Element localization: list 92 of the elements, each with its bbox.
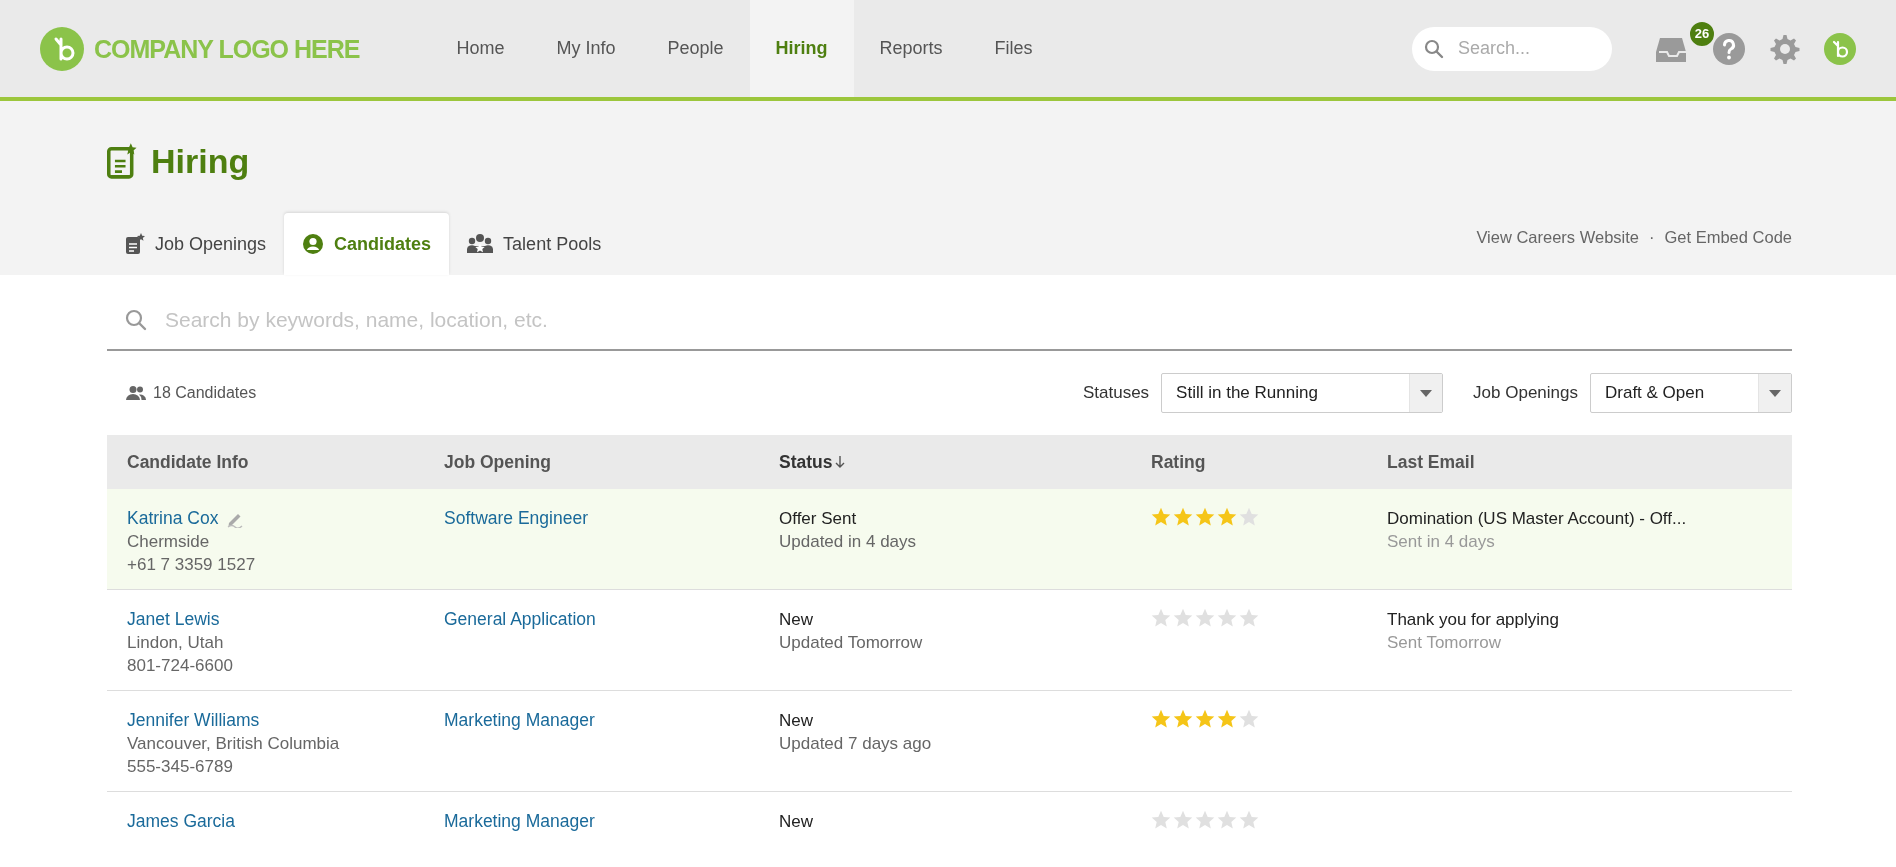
candidate-count: 18 Candidates (153, 384, 257, 402)
filled-star-icon[interactable] (1151, 709, 1171, 729)
column-header[interactable]: Status (779, 451, 833, 473)
logo-text: COMPANY LOGO HERE (94, 33, 360, 64)
candidate-name-link[interactable]: Jennifer Williams (127, 709, 260, 732)
email-subject: Thank you for applying (1387, 609, 1560, 631)
job-opening-link[interactable]: General Application (444, 609, 596, 629)
empty-star-icon[interactable] (1239, 507, 1259, 527)
tab[interactable]: Candidates (284, 213, 450, 275)
filled-star-icon[interactable] (1173, 507, 1193, 527)
clipboard-icon (125, 233, 145, 255)
people-icon (126, 385, 146, 401)
star-rating[interactable] (1151, 507, 1259, 527)
link-separator: · (1649, 227, 1655, 247)
empty-star-icon[interactable] (1239, 608, 1259, 628)
logo-icon (40, 26, 84, 71)
status-text: New (779, 710, 814, 732)
email-subject: Domination (US Master Account) - Off... (1387, 508, 1688, 530)
empty-star-icon[interactable] (1151, 608, 1171, 628)
caret-icon (1769, 389, 1781, 397)
status-updated: Updated in 4 days (779, 531, 918, 553)
star-rating[interactable] (1151, 709, 1259, 729)
filter-dropdown[interactable]: Still in the Running (1161, 373, 1444, 413)
empty-star-icon[interactable] (1195, 810, 1215, 830)
nav-item[interactable]: Files (968, 0, 1059, 97)
search-field[interactable]: Search... (1412, 26, 1612, 71)
candidate-name-link[interactable]: Katrina Cox (127, 507, 219, 530)
empty-star-icon[interactable] (1151, 810, 1171, 830)
help-icon[interactable] (1712, 31, 1746, 66)
candidate-location: Lindon, Utah (127, 632, 225, 654)
status-updated: Updated Tomorrow (779, 632, 924, 654)
status-text: New (779, 609, 814, 631)
candidate-location: Chermside (127, 531, 211, 553)
people-icon (467, 233, 494, 255)
candidate-row[interactable]: Jennifer Williams Vancouver, British Columbia 555-345-6789 Marketing Manager New Updated 7 days ago (107, 690, 1792, 792)
tab[interactable]: Talent Pools (449, 213, 620, 275)
sort-arrow-icon (835, 455, 846, 469)
candidate-phone: 801-724-6600 (127, 655, 234, 677)
filled-star-icon[interactable] (1217, 507, 1237, 527)
email-sent-time: Sent Tomorrow (1387, 632, 1502, 654)
nav-item[interactable]: Hiring (749, 0, 854, 97)
candidate-location: Vancouver, British Columbia (127, 733, 341, 755)
candidate-phone: 555-345-6789 (127, 756, 234, 778)
candidate-row[interactable]: Janet Lewis Lindon, Utah 801-724-6600 General Application New Updated Tomorrow Thank you for applying Sent Tomorrow (107, 589, 1792, 691)
column-header: Last Email (1387, 451, 1475, 473)
header-link[interactable]: View Careers Website (1476, 227, 1639, 247)
star-rating[interactable] (1151, 810, 1259, 830)
column-header: Job Opening (444, 451, 551, 473)
job-opening-link[interactable]: Marketing Manager (444, 710, 595, 730)
star-rating[interactable] (1151, 608, 1259, 628)
filled-star-icon[interactable] (1195, 709, 1215, 729)
status-text: Offer Sent (779, 508, 858, 530)
empty-star-icon[interactable] (1239, 810, 1259, 830)
notification-badge: 26 (1688, 19, 1716, 48)
candidate-phone: +61 7 3359 1527 (127, 554, 257, 576)
empty-star-icon[interactable] (1239, 709, 1259, 729)
candidate-name-link[interactable]: Janet Lewis (127, 608, 220, 631)
candidate-name-link[interactable]: James Garcia (127, 810, 235, 833)
empty-star-icon[interactable] (1195, 608, 1215, 628)
job-opening-link[interactable]: Marketing Manager (444, 811, 595, 831)
filter-dropdown[interactable]: Draft & Open (1590, 373, 1792, 413)
job-opening-link[interactable]: Software Engineer (444, 508, 588, 528)
filled-star-icon[interactable] (1217, 709, 1237, 729)
header-link[interactable]: Get Embed Code (1664, 227, 1792, 247)
search-icon (1424, 38, 1444, 59)
nav-item[interactable]: Reports (853, 0, 969, 97)
tab[interactable]: Job Openings (107, 213, 285, 275)
empty-star-icon[interactable] (1173, 608, 1193, 628)
empty-star-icon[interactable] (1217, 608, 1237, 628)
status-updated: Updated 7 days ago (779, 733, 933, 755)
avatar-icon[interactable] (1824, 32, 1856, 65)
nav-item[interactable]: Home (430, 0, 531, 97)
column-header: Rating (1151, 451, 1206, 473)
empty-star-icon[interactable] (1173, 810, 1193, 830)
nav-item[interactable]: People (641, 0, 750, 97)
status-text: New (779, 811, 814, 833)
column-header: Candidate Info (127, 451, 249, 473)
candidate-row[interactable]: Katrina Cox Chermside +61 7 3359 1527 Software Engineer Offer Sent Updated in 4 days Domination (US Master Account) - Off... Sent in 4 days (107, 489, 1792, 590)
filled-star-icon[interactable] (1195, 507, 1215, 527)
caret-icon (1420, 389, 1433, 397)
empty-star-icon[interactable] (1217, 810, 1237, 830)
filled-star-icon[interactable] (1151, 507, 1171, 527)
filled-star-icon[interactable] (1173, 709, 1193, 729)
clipboard-icon (107, 143, 137, 179)
email-sent-time: Sent in 4 days (1387, 531, 1496, 553)
filter-label: Job Openings (1473, 383, 1578, 403)
candidate-row[interactable]: James Garcia Marketing Manager New (107, 791, 1792, 867)
nav-item[interactable]: My Info (530, 0, 642, 97)
search-icon (125, 309, 147, 331)
page-title: Hiring (151, 141, 250, 181)
user-icon (302, 233, 325, 255)
filter-label: Statuses (1082, 383, 1150, 403)
